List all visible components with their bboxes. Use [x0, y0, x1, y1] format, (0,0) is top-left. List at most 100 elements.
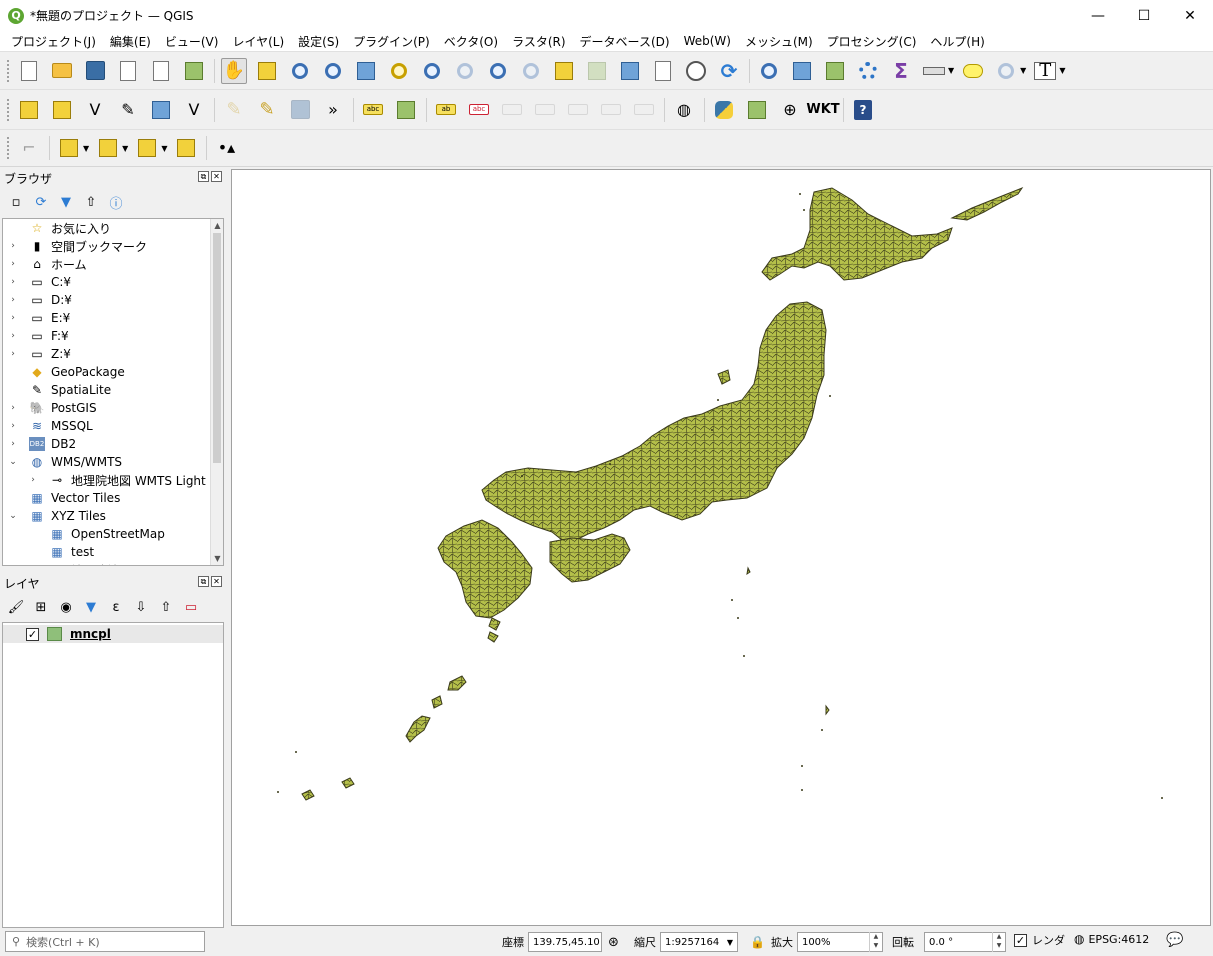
attribute-table-button[interactable] [789, 58, 815, 84]
show-bookmarks-button[interactable] [650, 58, 676, 84]
chevron-right-icon[interactable]: › [7, 439, 19, 449]
label-properties-button[interactable] [598, 97, 624, 123]
new-map-view-button[interactable] [551, 58, 577, 84]
browser-item[interactable]: › ▭ E:¥ [3, 309, 70, 327]
processing-toolbox-button[interactable] [855, 58, 881, 84]
chevron-right-icon[interactable]: › [7, 421, 19, 431]
locator-search-input[interactable]: ⚲ 検索(Ctrl + K) [5, 931, 205, 952]
spin-arrows-icon[interactable]: ▲ ▼ [868, 932, 882, 952]
save-edits-button[interactable] [287, 97, 313, 123]
style-layer-icon[interactable]: 🖌 [8, 599, 25, 615]
zoom-in-button[interactable] [287, 58, 313, 84]
georeference-button[interactable]: ⊕ [777, 97, 803, 123]
float-panel-button[interactable]: ⧉ [198, 576, 209, 587]
chevron-right-icon[interactable]: › [7, 295, 19, 305]
refresh-button[interactable]: ⟳ [716, 58, 742, 84]
collapse-all-icon[interactable]: ⇧ [83, 194, 99, 210]
open-project-button[interactable] [49, 58, 75, 84]
menu-layer[interactable]: レイヤ(L) [225, 33, 291, 50]
locator-button[interactable] [993, 58, 1019, 84]
browser-item[interactable]: ▦ test [3, 543, 94, 561]
deselect-features-button[interactable] [134, 135, 160, 161]
new-temporary-layer-button[interactable] [148, 97, 174, 123]
label-edit-button[interactable] [631, 97, 657, 123]
close-panel-button[interactable]: ✕ [211, 576, 222, 587]
refresh-icon[interactable]: ⟳ [33, 194, 49, 210]
node-tool-button[interactable]: ⌐ [16, 135, 42, 161]
current-edits-button[interactable]: ✎ [221, 97, 247, 123]
crs-widget[interactable]: ◍ EPSG:4612 [1074, 932, 1149, 946]
browser-scrollbar[interactable]: ▲ ▼ [210, 219, 223, 565]
zoom-last-button[interactable] [485, 58, 511, 84]
browser-item[interactable]: ▦ Vector Tiles [3, 489, 120, 507]
zoom-out-button[interactable] [320, 58, 346, 84]
filter-icon[interactable]: ▼ [58, 194, 74, 210]
help-button[interactable]: ? [850, 97, 876, 123]
browser-item[interactable]: › ≋ MSSQL [3, 417, 93, 435]
zoom-to-layer-button[interactable] [419, 58, 445, 84]
select-by-location-button[interactable] [173, 135, 199, 161]
close-panel-button[interactable]: ✕ [211, 171, 222, 182]
browser-item[interactable]: › ▭ F:¥ [3, 327, 68, 345]
toolbar-grip[interactable] [6, 136, 10, 160]
new-shapefile-layer-button[interactable]: V [82, 97, 108, 123]
browser-item[interactable]: ▦ OpenStreetMap [3, 525, 165, 543]
filter-legend-icon[interactable]: ▼ [83, 599, 99, 615]
quickmapservices-button[interactable]: ◍ [671, 97, 697, 123]
menu-edit[interactable]: 編集(E) [103, 33, 158, 50]
select-by-value-button[interactable] [95, 135, 121, 161]
layer-visibility-checkbox[interactable]: ✓ [26, 627, 39, 641]
close-button[interactable]: ✕ [1167, 0, 1213, 31]
add-layer-icon[interactable]: ▫ [8, 194, 24, 210]
float-panel-button[interactable]: ⧉ [198, 171, 209, 182]
chevron-right-icon[interactable]: › [7, 241, 19, 251]
temporal-controller-button[interactable] [683, 58, 709, 84]
browser-item[interactable]: › ▭ C:¥ [3, 273, 71, 291]
scroll-up-icon[interactable]: ▲ [211, 219, 223, 232]
new-virtual-layer-button[interactable]: V [181, 97, 207, 123]
chevron-down-icon[interactable]: ▼ [161, 144, 167, 153]
more-tools-button[interactable]: » [320, 97, 346, 123]
menu-mesh[interactable]: メッシュ(M) [738, 33, 820, 50]
chevron-down-icon[interactable]: ▼ [83, 144, 89, 153]
attributes-toolbar-button[interactable]: •▴ [213, 135, 239, 161]
menu-vector[interactable]: ベクタ(O) [437, 33, 505, 50]
menu-project[interactable]: プロジェクト(J) [4, 33, 103, 50]
toolbar-grip[interactable] [6, 58, 10, 83]
spin-arrows-icon[interactable]: ▲ ▼ [992, 932, 1005, 952]
menu-settings[interactable]: 設定(S) [291, 33, 346, 50]
menu-processing[interactable]: プロセシング(C) [820, 33, 924, 50]
expand-all-icon[interactable]: ⇩ [133, 599, 149, 615]
remove-layer-icon[interactable]: ▭ [183, 599, 199, 615]
new-bookmark-button[interactable] [617, 58, 643, 84]
menu-web[interactable]: Web(W) [677, 34, 738, 48]
render-checkbox[interactable]: ✓ [1014, 933, 1027, 947]
new-spatialite-layer-button[interactable]: ✎ [115, 97, 141, 123]
data-source-manager-button[interactable] [16, 97, 42, 123]
coordinate-field[interactable]: 139.75,45.10 [528, 932, 602, 952]
pan-to-selection-button[interactable] [254, 58, 280, 84]
show-hide-labels-button[interactable]: abc [466, 97, 492, 123]
chevron-down-icon[interactable]: ▼ [1059, 66, 1065, 75]
statistical-summary-button[interactable]: Σ [888, 58, 914, 84]
text-annotation-button[interactable]: T [1032, 58, 1058, 84]
menu-raster[interactable]: ラスタ(R) [505, 33, 572, 50]
toggle-extents-icon[interactable]: ⊛ [608, 935, 619, 950]
scale-combobox[interactable]: 1:9257164 ▼ [660, 932, 738, 952]
python-console-button[interactable] [711, 97, 737, 123]
minimize-button[interactable]: — [1075, 0, 1121, 31]
save-project-button[interactable] [82, 58, 108, 84]
eye-icon[interactable]: ◉ [58, 599, 74, 615]
move-label-button[interactable] [499, 97, 525, 123]
browser-item[interactable]: ⌄ ▦ XYZ Tiles [3, 507, 106, 525]
browser-item[interactable]: ☆ お気に入り [3, 219, 111, 237]
measure-button[interactable] [921, 58, 947, 84]
browser-item[interactable]: › ▭ Z:¥ [3, 345, 71, 363]
layers-plugin-button[interactable] [744, 97, 770, 123]
chevron-right-icon[interactable]: › [7, 277, 19, 287]
menu-help[interactable]: ヘルプ(H) [923, 33, 991, 50]
toolbar-grip[interactable] [6, 97, 10, 122]
rotate-label-button[interactable] [532, 97, 558, 123]
menu-database[interactable]: データベース(D) [573, 33, 677, 50]
zoom-next-button[interactable] [518, 58, 544, 84]
